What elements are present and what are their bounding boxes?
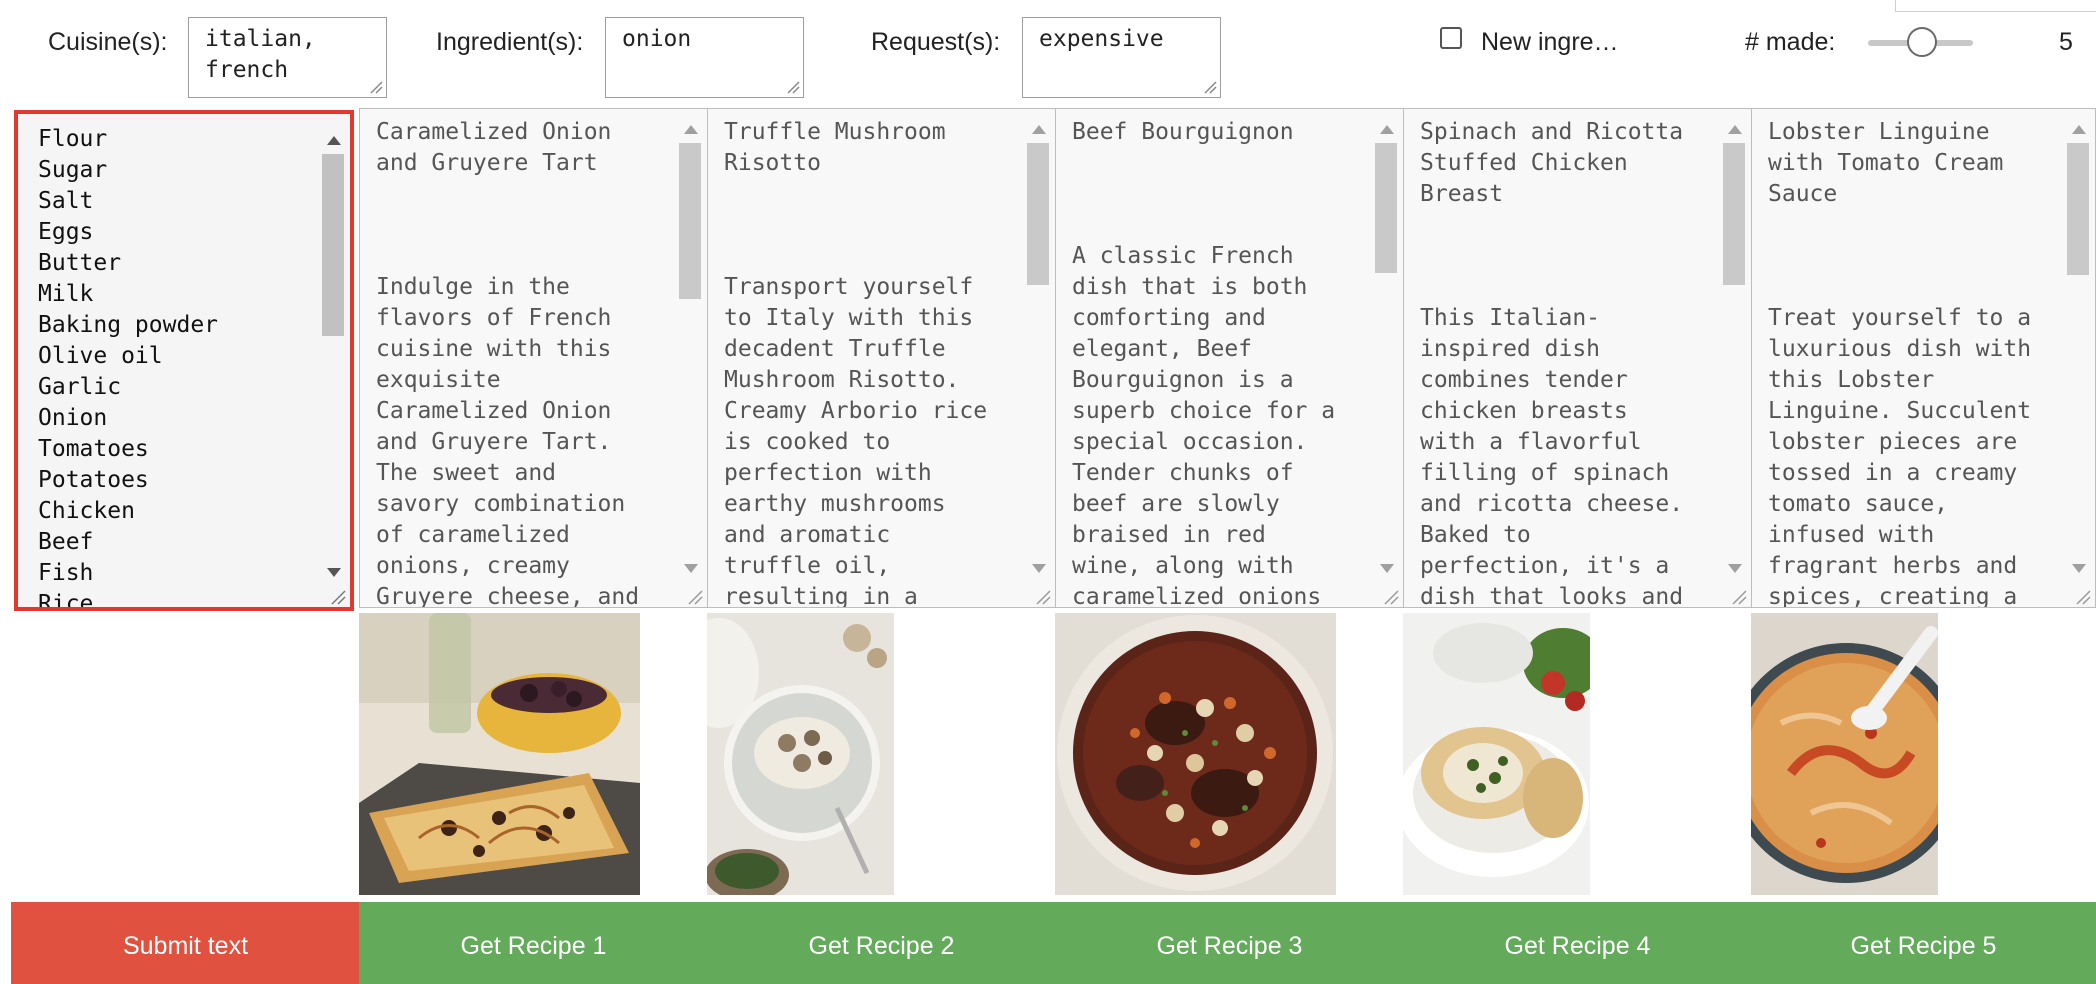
resize-grip-icon[interactable]: [786, 80, 800, 94]
resize-grip-icon[interactable]: [1731, 589, 1747, 605]
get-recipe-2-button[interactable]: Get Recipe 2: [707, 902, 1056, 984]
recipe-text: Truffle Mushroom Risotto Transport yours…: [724, 119, 988, 608]
scroll-up-icon[interactable]: [1380, 125, 1394, 134]
scroll-down-icon[interactable]: [327, 568, 341, 577]
ingredient-option[interactable]: Rice: [38, 589, 218, 607]
recipe-text: Spinach and Ricotta Stuffed Chicken Brea…: [1420, 119, 1684, 608]
recipe-text: Caramelized Onion and Gruyere Tart Indul…: [376, 119, 640, 608]
recipe-image-4: [1403, 613, 1590, 895]
scroll-down-icon[interactable]: [2072, 564, 2086, 573]
recipe-text: Lobster Linguine with Tomato Cream Sauce…: [1768, 119, 2032, 608]
recipe-panel-1[interactable]: Caramelized Onion and Gruyere Tart Indul…: [359, 108, 708, 608]
get-recipe-4-button[interactable]: Get Recipe 4: [1403, 902, 1752, 984]
new-ingredient-checkbox[interactable]: [1440, 27, 1462, 49]
ingredient-option[interactable]: Chicken: [38, 496, 218, 527]
scrollbar[interactable]: [1719, 111, 1749, 579]
request-input[interactable]: expensive: [1022, 17, 1221, 98]
scroll-up-icon[interactable]: [327, 136, 341, 145]
made-label: # made:: [1745, 28, 1836, 56]
get-recipe-1-button[interactable]: Get Recipe 1: [359, 902, 708, 984]
scroll-up-icon[interactable]: [2072, 125, 2086, 134]
resize-grip-icon[interactable]: [1035, 589, 1051, 605]
request-label: Request(s):: [871, 28, 1001, 56]
ingredient-option[interactable]: Olive oil: [38, 341, 218, 372]
resize-grip-icon[interactable]: [369, 80, 383, 94]
ingredient-option[interactable]: Eggs: [38, 217, 218, 248]
ingredient-list[interactable]: Flour Sugar Salt Eggs Butter Milk Baking powde…: [14, 110, 354, 611]
recipe-image-5: [1751, 613, 1938, 895]
recipe-panel-2[interactable]: Truffle Mushroom Risotto Transport yours…: [707, 108, 1056, 608]
scroll-thumb[interactable]: [1375, 143, 1397, 273]
scrollbar[interactable]: [318, 122, 348, 583]
cuisine-input[interactable]: italian, french: [188, 17, 387, 98]
resize-grip-icon[interactable]: [1383, 589, 1399, 605]
scrollbar[interactable]: [1371, 111, 1401, 579]
submit-text-button[interactable]: Submit text: [11, 902, 360, 984]
ingredient-option[interactable]: Salt: [38, 186, 218, 217]
corner-widget: [1895, 0, 2096, 12]
resize-grip-icon[interactable]: [2075, 589, 2091, 605]
scroll-up-icon[interactable]: [1728, 125, 1742, 134]
ingredient-option[interactable]: Milk: [38, 279, 218, 310]
ingredient-label: Ingredient(s):: [436, 28, 584, 56]
scroll-down-icon[interactable]: [684, 564, 698, 573]
scroll-thumb[interactable]: [1723, 143, 1745, 285]
ingredient-option[interactable]: Potatoes: [38, 465, 218, 496]
scroll-thumb[interactable]: [1027, 143, 1049, 285]
ingredient-input[interactable]: onion: [605, 17, 804, 98]
new-ingredient-label: New ingre…: [1481, 28, 1619, 56]
scrollbar[interactable]: [2063, 111, 2093, 579]
resize-grip-icon[interactable]: [330, 589, 346, 605]
scroll-up-icon[interactable]: [1032, 125, 1046, 134]
ingredient-option[interactable]: Butter: [38, 248, 218, 279]
resize-grip-icon[interactable]: [687, 589, 703, 605]
scroll-up-icon[interactable]: [684, 125, 698, 134]
recipe-panel-4[interactable]: Spinach and Ricotta Stuffed Chicken Brea…: [1403, 108, 1752, 608]
recipe-panel-3[interactable]: Beef Bourguignon A classic French dish t…: [1055, 108, 1404, 608]
get-recipe-3-button[interactable]: Get Recipe 3: [1055, 902, 1404, 984]
recipe-panel-5[interactable]: Lobster Linguine with Tomato Cream Sauce…: [1751, 108, 2096, 608]
scroll-thumb[interactable]: [322, 154, 344, 336]
get-recipe-5-button[interactable]: Get Recipe 5: [1751, 902, 2096, 984]
made-value: 5: [2059, 28, 2073, 56]
ingredient-option[interactable]: Sugar: [38, 155, 218, 186]
ingredient-list-items: Flour Sugar Salt Eggs Butter Milk Baking powde…: [38, 124, 218, 607]
recipe-image-3: [1055, 613, 1336, 895]
scroll-thumb[interactable]: [2067, 143, 2089, 275]
resize-grip-icon[interactable]: [1203, 80, 1217, 94]
made-slider-thumb[interactable]: [1907, 27, 1937, 57]
scrollbar[interactable]: [675, 111, 705, 579]
ingredient-option[interactable]: Tomatoes: [38, 434, 218, 465]
cuisine-label: Cuisine(s):: [48, 28, 168, 56]
scroll-down-icon[interactable]: [1380, 564, 1394, 573]
scroll-down-icon[interactable]: [1728, 564, 1742, 573]
ingredient-option[interactable]: Flour: [38, 124, 218, 155]
ingredient-option[interactable]: Baking powder: [38, 310, 218, 341]
scrollbar[interactable]: [1023, 111, 1053, 579]
scroll-thumb[interactable]: [679, 143, 701, 299]
ingredient-option[interactable]: Onion: [38, 403, 218, 434]
recipe-image-1: [359, 613, 640, 895]
recipe-text: Beef Bourguignon A classic French dish t…: [1072, 119, 1336, 608]
ingredient-option[interactable]: Garlic: [38, 372, 218, 403]
recipe-image-2: [707, 613, 894, 895]
ingredient-option[interactable]: Fish: [38, 558, 218, 589]
scroll-down-icon[interactable]: [1032, 564, 1046, 573]
ingredient-option[interactable]: Beef: [38, 527, 218, 558]
